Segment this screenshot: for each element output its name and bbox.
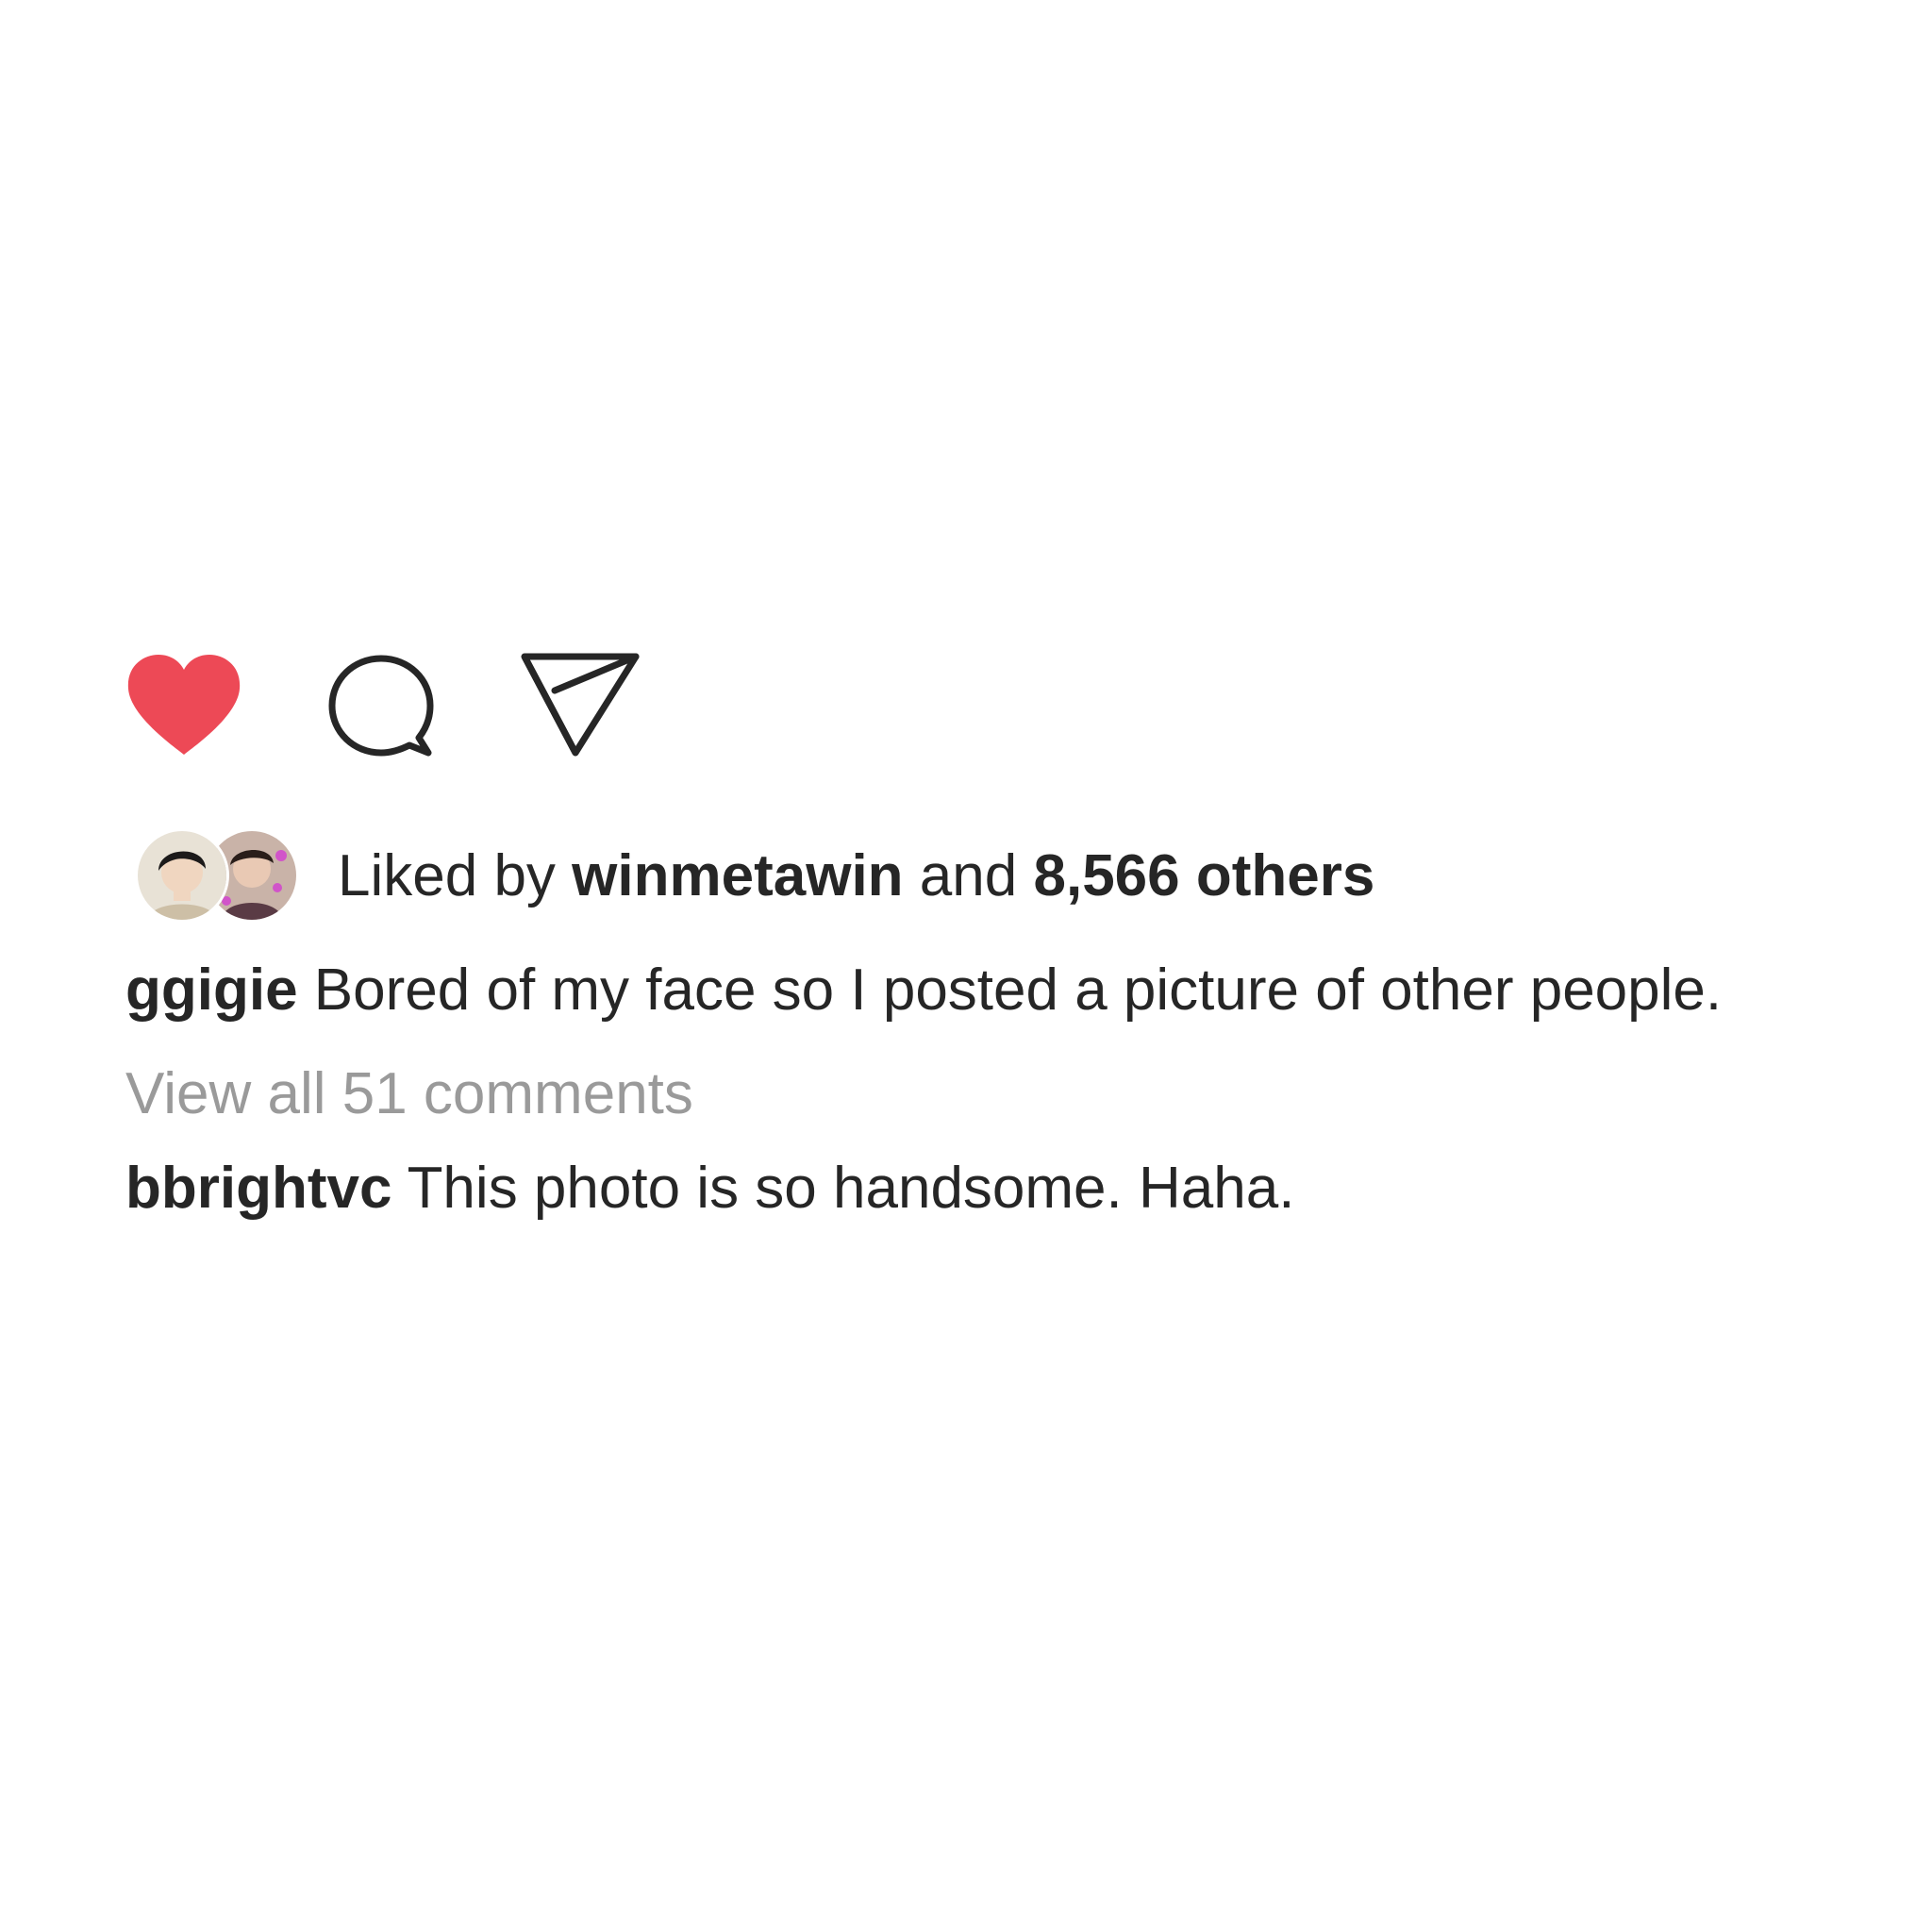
liked-by-prefix: Liked by — [338, 843, 556, 908]
caption-text: Bored of my face so I posted a picture o… — [313, 958, 1723, 1023]
comment-item: bbrightvc This photo is so handsome. Hah… — [125, 1151, 1294, 1226]
liker-avatars — [135, 826, 305, 923]
post-footer: Liked by winmetawin and 8,566 others ggi… — [0, 0, 1932, 1932]
liker-username-link[interactable]: winmetawin — [572, 843, 903, 908]
avatar[interactable] — [135, 828, 229, 923]
post-action-bar — [123, 649, 689, 762]
comment-text: This photo is so handsome. Haha. — [407, 1156, 1295, 1221]
like-button[interactable] — [123, 649, 245, 762]
comment-button[interactable] — [325, 651, 438, 762]
liked-by-text: Liked by winmetawin and 8,566 others — [338, 843, 1374, 909]
view-all-comments-link[interactable]: View all 51 comments — [125, 1057, 693, 1132]
comment-username-link[interactable]: bbrightvc — [125, 1156, 391, 1221]
post-caption: ggigie Bored of my face so I posted a pi… — [125, 953, 1722, 1028]
paper-plane-icon — [521, 653, 640, 757]
heart-filled-icon — [127, 655, 241, 755]
liked-by-connector: and — [919, 843, 1018, 908]
share-button[interactable] — [519, 649, 641, 760]
speech-bubble-icon — [328, 655, 434, 757]
likes-summary: Liked by winmetawin and 8,566 others — [135, 826, 1739, 930]
caption-username-link[interactable]: ggigie — [125, 958, 298, 1023]
likes-count-link[interactable]: 8,566 others — [1033, 843, 1374, 908]
